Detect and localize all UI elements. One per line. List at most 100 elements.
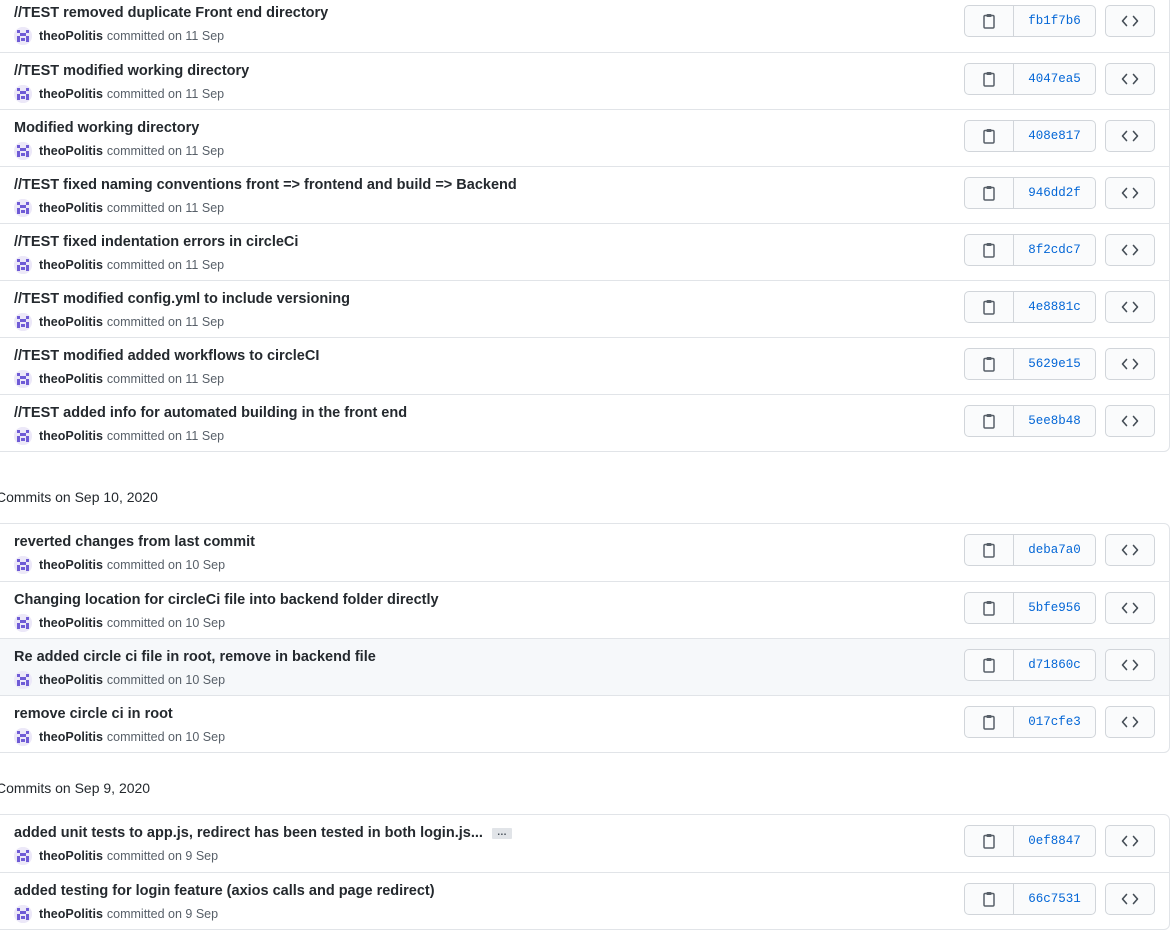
commit-message-link[interactable]: Modified working directory xyxy=(14,120,199,136)
copy-sha-button[interactable] xyxy=(964,592,1014,624)
copy-sha-button[interactable] xyxy=(964,348,1014,380)
copy-sha-button[interactable] xyxy=(964,234,1014,266)
commit-message[interactable]: reverted changes from last commit xyxy=(14,534,255,550)
commit-message-link[interactable]: remove circle ci in root xyxy=(14,706,173,722)
author-avatar[interactable] xyxy=(14,671,32,689)
identicon-avatar xyxy=(14,27,32,45)
author-avatar[interactable] xyxy=(14,142,32,160)
browse-repo-button[interactable] xyxy=(1105,592,1155,624)
commit-sha-link[interactable]: 5bfe956 xyxy=(1014,592,1096,624)
author-avatar[interactable] xyxy=(14,614,32,632)
commit-message-link[interactable]: //TEST modified added workflows to circl… xyxy=(14,348,319,364)
author-avatar[interactable] xyxy=(14,313,32,331)
commit-message[interactable]: //TEST added info for automated building… xyxy=(14,405,407,421)
commit-author-link[interactable]: theoPolitis xyxy=(39,907,103,921)
commit-author-link[interactable]: theoPolitis xyxy=(39,87,103,101)
author-avatar[interactable] xyxy=(14,27,32,45)
commit-author-link[interactable]: theoPolitis xyxy=(39,730,103,744)
commit-sha-link[interactable]: 66c7531 xyxy=(1014,883,1096,915)
author-avatar[interactable] xyxy=(14,427,32,445)
commit-sha-link[interactable]: fb1f7b6 xyxy=(1014,5,1096,37)
commit-author-link[interactable]: theoPolitis xyxy=(39,372,103,386)
commit-sha-link[interactable]: 4e8881c xyxy=(1014,291,1096,323)
copy-sha-button[interactable] xyxy=(964,63,1014,95)
commit-message-link[interactable]: //TEST modified working directory xyxy=(14,63,249,79)
commit-sha-link[interactable]: 8f2cdc7 xyxy=(1014,234,1096,266)
copy-sha-button[interactable] xyxy=(964,120,1014,152)
commit-message-link[interactable]: //TEST modified config.yml to include ve… xyxy=(14,291,350,307)
commit-sha-link[interactable]: 4047ea5 xyxy=(1014,63,1096,95)
commit-message-link[interactable]: reverted changes from last commit xyxy=(14,534,255,550)
browse-repo-button[interactable] xyxy=(1105,234,1155,266)
commit-message-link[interactable]: Re added circle ci file in root, remove … xyxy=(14,649,376,665)
commit-message[interactable]: remove circle ci in root xyxy=(14,706,173,722)
commit-sha-link[interactable]: deba7a0 xyxy=(1014,534,1096,566)
browse-repo-button[interactable] xyxy=(1105,649,1155,681)
browse-repo-button[interactable] xyxy=(1105,291,1155,323)
copy-sha-button[interactable] xyxy=(964,649,1014,681)
commit-author-link[interactable]: theoPolitis xyxy=(39,616,103,630)
commit-author-link[interactable]: theoPolitis xyxy=(39,429,103,443)
author-avatar[interactable] xyxy=(14,370,32,388)
commit-sha-link[interactable]: 0ef8847 xyxy=(1014,825,1096,857)
commit-message[interactable]: Re added circle ci file in root, remove … xyxy=(14,649,376,665)
commit-message-link[interactable]: //TEST fixed naming conventions front =>… xyxy=(14,177,517,193)
browse-repo-button[interactable] xyxy=(1105,177,1155,209)
copy-sha-button[interactable] xyxy=(964,706,1014,738)
expand-message-button[interactable]: … xyxy=(491,828,512,839)
commit-message[interactable]: //TEST modified working directory xyxy=(14,63,249,79)
commit-author-link[interactable]: theoPolitis xyxy=(39,315,103,329)
browse-repo-button[interactable] xyxy=(1105,348,1155,380)
commit-author-link[interactable]: theoPolitis xyxy=(39,29,103,43)
author-avatar[interactable] xyxy=(14,256,32,274)
author-avatar[interactable] xyxy=(14,847,32,865)
browse-repo-button[interactable] xyxy=(1105,120,1155,152)
copy-sha-button[interactable] xyxy=(964,5,1014,37)
author-avatar[interactable] xyxy=(14,728,32,746)
commit-message[interactable]: //TEST modified added workflows to circl… xyxy=(14,348,319,364)
copy-sha-button[interactable] xyxy=(964,405,1014,437)
browse-repo-button[interactable] xyxy=(1105,405,1155,437)
commit-message[interactable]: //TEST fixed indentation errors in circl… xyxy=(14,234,298,250)
commit-sha-link[interactable]: d71860c xyxy=(1014,649,1096,681)
commit-message-link[interactable]: //TEST fixed indentation errors in circl… xyxy=(14,234,298,250)
copy-sha-button[interactable] xyxy=(964,534,1014,566)
author-avatar[interactable] xyxy=(14,199,32,217)
commit-author-link[interactable]: theoPolitis xyxy=(39,144,103,158)
copy-sha-button[interactable] xyxy=(964,177,1014,209)
copy-sha-button[interactable] xyxy=(964,883,1014,915)
commit-message-link[interactable]: //TEST added info for automated building… xyxy=(14,405,407,421)
commit-message-link[interactable]: added unit tests to app.js, redirect has… xyxy=(14,825,512,841)
browse-repo-button[interactable] xyxy=(1105,825,1155,857)
copy-sha-button[interactable] xyxy=(964,291,1014,323)
commit-message[interactable]: added unit tests to app.js, redirect has… xyxy=(14,825,483,841)
commit-message-link[interactable]: //TEST removed duplicate Front end direc… xyxy=(14,5,328,21)
commit-message[interactable]: Changing location for circleCi file into… xyxy=(14,592,439,608)
browse-repo-button[interactable] xyxy=(1105,706,1155,738)
commit-sha-link[interactable]: 5629e15 xyxy=(1014,348,1096,380)
commit-sha-link[interactable]: 017cfe3 xyxy=(1014,706,1096,738)
commit-author-link[interactable]: theoPolitis xyxy=(39,558,103,572)
author-avatar[interactable] xyxy=(14,556,32,574)
copy-sha-button[interactable] xyxy=(964,825,1014,857)
browse-repo-button[interactable] xyxy=(1105,883,1155,915)
author-avatar[interactable] xyxy=(14,905,32,923)
commit-author-link[interactable]: theoPolitis xyxy=(39,849,103,863)
commit-message-link[interactable]: added testing for login feature (axios c… xyxy=(14,883,435,899)
browse-repo-button[interactable] xyxy=(1105,534,1155,566)
commit-message[interactable]: added testing for login feature (axios c… xyxy=(14,883,435,899)
browse-repo-button[interactable] xyxy=(1105,63,1155,95)
commit-author-link[interactable]: theoPolitis xyxy=(39,258,103,272)
commit-message[interactable]: Modified working directory xyxy=(14,120,199,136)
commit-message-link[interactable]: Changing location for circleCi file into… xyxy=(14,592,439,608)
commit-message[interactable]: //TEST removed duplicate Front end direc… xyxy=(14,5,328,21)
commit-sha-link[interactable]: 946dd2f xyxy=(1014,177,1096,209)
commit-message[interactable]: //TEST fixed naming conventions front =>… xyxy=(14,177,517,193)
browse-repo-button[interactable] xyxy=(1105,5,1155,37)
commit-sha-link[interactable]: 5ee8b48 xyxy=(1014,405,1096,437)
commit-message[interactable]: //TEST modified config.yml to include ve… xyxy=(14,291,350,307)
commit-sha-link[interactable]: 408e817 xyxy=(1014,120,1096,152)
commit-author-link[interactable]: theoPolitis xyxy=(39,673,103,687)
commit-author-link[interactable]: theoPolitis xyxy=(39,201,103,215)
author-avatar[interactable] xyxy=(14,85,32,103)
